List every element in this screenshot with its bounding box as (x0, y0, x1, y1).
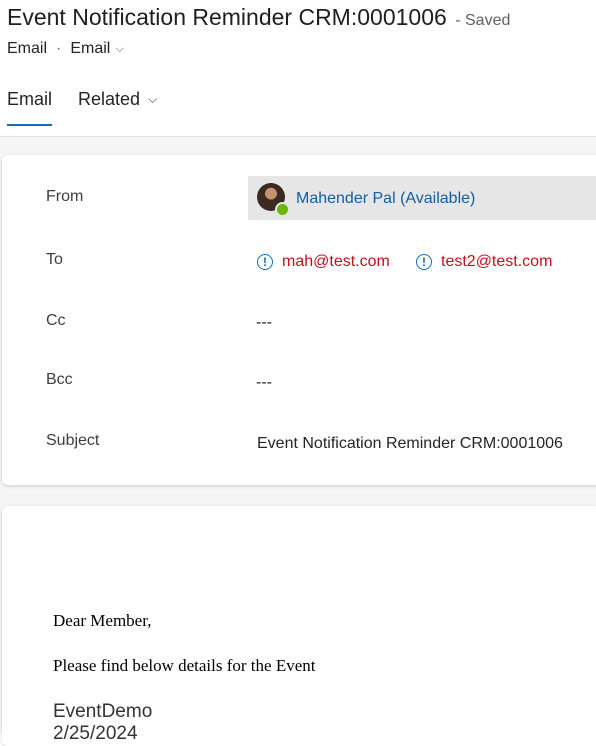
chevron-down-icon: ⌵ (148, 92, 158, 106)
title-row: Event Notification Reminder CRM:0001006 … (7, 4, 510, 31)
to-recipient[interactable]: ! test2@test.com (416, 253, 552, 271)
form-selector-label: Email (70, 40, 111, 57)
separator-dot: · (56, 40, 62, 57)
bcc-field[interactable]: --- (256, 374, 272, 392)
save-status: - Saved (455, 12, 511, 29)
tab-related[interactable]: Related ⌵ (78, 89, 157, 126)
from-value-link[interactable]: Mahender Pal (Available) (296, 190, 475, 208)
event-date: 2/25/2024 (53, 723, 138, 744)
subject-field[interactable]: Event Notification Reminder CRM:0001006 (257, 435, 563, 453)
form-header: Event Notification Reminder CRM:0001006 … (0, 0, 596, 137)
entity-subtitle: Email · Email ⌵ (7, 40, 124, 58)
body-intro: Please find below details for the Event (53, 656, 316, 675)
tab-email[interactable]: Email (7, 89, 53, 126)
bcc-label: Bcc (46, 371, 73, 388)
presence-available-icon (275, 202, 290, 217)
warning-icon: ! (257, 254, 273, 270)
cc-field[interactable]: --- (256, 314, 272, 332)
cc-label: Cc (46, 312, 66, 329)
tab-bar: Email Related ⌵ (7, 89, 183, 126)
form-selector[interactable]: Email ⌵ (70, 40, 123, 58)
warning-icon: ! (416, 254, 432, 270)
chevron-down-icon: ⌵ (115, 42, 124, 55)
recipient-email: mah@test.com (282, 253, 390, 270)
from-label: From (46, 188, 84, 205)
tab-related-label: Related (78, 89, 141, 109)
body-greeting: Dear Member, (53, 611, 152, 630)
entity-type: Email (7, 40, 48, 57)
tab-email-label: Email (7, 89, 53, 109)
to-recipient[interactable]: ! mah@test.com (257, 253, 390, 271)
record-title: Event Notification Reminder CRM:0001006 (7, 4, 447, 30)
subject-label: Subject (46, 432, 100, 449)
to-label: To (46, 251, 63, 268)
event-name: EventDemo (53, 701, 153, 722)
recipient-email: test2@test.com (441, 253, 553, 270)
